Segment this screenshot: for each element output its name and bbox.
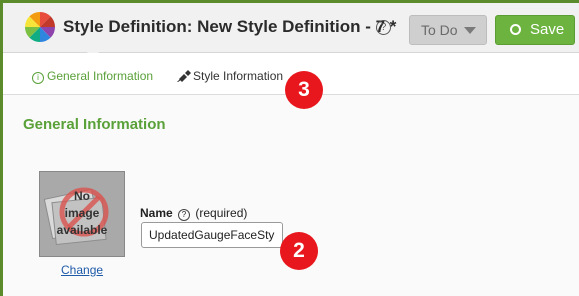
color-wheel-logo-icon	[25, 12, 55, 42]
circle-icon	[510, 24, 521, 35]
no-image-line: No	[74, 189, 90, 203]
tab-general-information[interactable]: i General Information	[32, 69, 153, 84]
name-input[interactable]	[141, 222, 283, 248]
paint-brush-icon	[177, 70, 191, 82]
header-bar: Style Definition: New Style Definition -…	[3, 3, 579, 53]
annotation-badge-3: 3	[285, 71, 323, 109]
tab-label: Style Information	[193, 69, 284, 83]
save-label: Save	[530, 21, 565, 38]
status-label: To Do	[421, 22, 458, 38]
change-image-link[interactable]: Change	[61, 263, 103, 277]
status-dropdown-button[interactable]: To Do	[409, 15, 487, 45]
page-title: Style Definition: New Style Definition -…	[63, 17, 397, 36]
no-image-text: No image available	[40, 188, 124, 239]
no-image-line: available	[56, 223, 108, 237]
info-icon: i	[32, 72, 44, 84]
save-button[interactable]: Save	[495, 15, 575, 45]
no-image-line: image	[64, 206, 100, 220]
tab-label: General Information	[47, 69, 154, 83]
window-frame: Style Definition: New Style Definition -…	[0, 0, 579, 296]
tab-style-information[interactable]: Style Information	[177, 69, 283, 83]
image-placeholder: No image available	[39, 171, 125, 257]
required-text: (required)	[195, 206, 248, 220]
name-label-text: Name	[140, 206, 173, 220]
section-title: General Information	[23, 116, 166, 133]
name-field-label: Name ? (required)	[140, 206, 247, 221]
annotation-badge-2: 2	[280, 232, 318, 270]
caret-down-icon	[464, 27, 476, 34]
help-icon[interactable]: ?	[178, 209, 191, 221]
help-icon[interactable]: ?	[376, 20, 391, 35]
